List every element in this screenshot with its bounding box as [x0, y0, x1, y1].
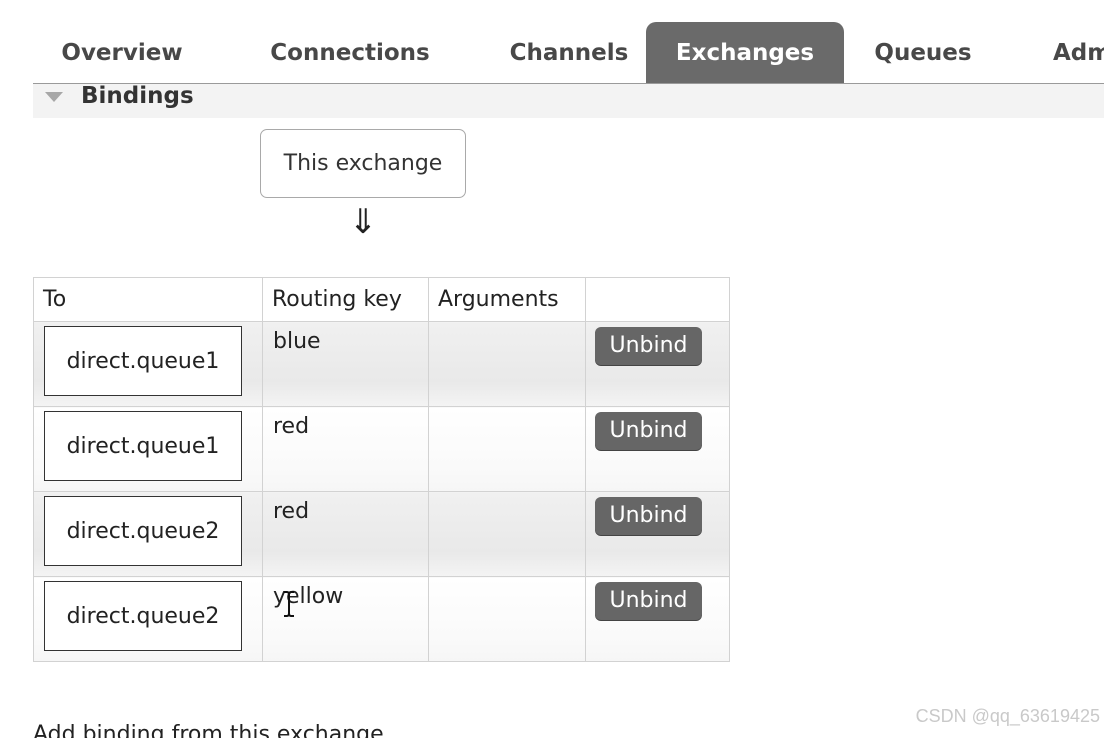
- tab-exchanges[interactable]: Exchanges: [646, 22, 844, 83]
- routing-key-value: red: [273, 499, 310, 524]
- routing-key-value: red: [273, 414, 310, 439]
- column-header-arguments: Arguments: [428, 277, 586, 322]
- queue-link[interactable]: direct.queue1: [44, 411, 242, 481]
- arguments-cell: [428, 406, 586, 492]
- unbind-button[interactable]: Unbind: [595, 412, 702, 450]
- this-exchange-box: This exchange: [260, 129, 466, 198]
- unbind-button[interactable]: Unbind: [595, 582, 702, 620]
- column-header-routing-key: Routing key: [262, 277, 429, 322]
- queue-link[interactable]: direct.queue2: [44, 581, 242, 651]
- tab-admin[interactable]: Adm: [1053, 22, 1104, 83]
- arguments-cell: [428, 576, 586, 662]
- bindings-section-header[interactable]: Bindings: [33, 84, 1104, 118]
- text-cursor-icon: [284, 591, 294, 617]
- section-title: Bindings: [81, 83, 194, 109]
- tab-channels[interactable]: Channels: [479, 22, 659, 83]
- watermark-text: CSDN @qq_63619425: [915, 706, 1100, 726]
- queue-link[interactable]: direct.queue2: [44, 496, 242, 566]
- unbind-button[interactable]: Unbind: [595, 497, 702, 535]
- table-row: direct.queue1 red Unbind: [33, 406, 730, 492]
- tab-overview[interactable]: Overview: [33, 22, 211, 83]
- table-row: direct.queue2 red Unbind: [33, 491, 730, 577]
- table-row: direct.queue1 blue Unbind: [33, 321, 730, 407]
- top-nav: Overview Connections Channels Exchanges …: [33, 22, 1104, 84]
- arguments-cell: [428, 321, 586, 407]
- table-header-row: To Routing key Arguments: [33, 277, 730, 322]
- queue-link[interactable]: direct.queue1: [44, 326, 242, 396]
- rabbitmq-exchange-page: Overview Connections Channels Exchanges …: [0, 0, 1104, 738]
- collapse-triangle-icon[interactable]: [45, 92, 63, 102]
- table-row: direct.queue2 yellow Unbind: [33, 576, 730, 662]
- down-double-arrow-icon: ⇓: [348, 202, 378, 242]
- unbind-button[interactable]: Unbind: [595, 327, 702, 365]
- tab-connections[interactable]: Connections: [245, 22, 455, 83]
- column-header-to: To: [33, 277, 263, 322]
- arguments-cell: [428, 491, 586, 577]
- bindings-table: To Routing key Arguments direct.queue1 b…: [33, 277, 730, 662]
- column-header-actions: [585, 277, 730, 322]
- add-binding-heading: Add binding from this exchange: [33, 722, 384, 738]
- tab-queues[interactable]: Queues: [863, 22, 983, 83]
- routing-key-value: blue: [273, 329, 321, 354]
